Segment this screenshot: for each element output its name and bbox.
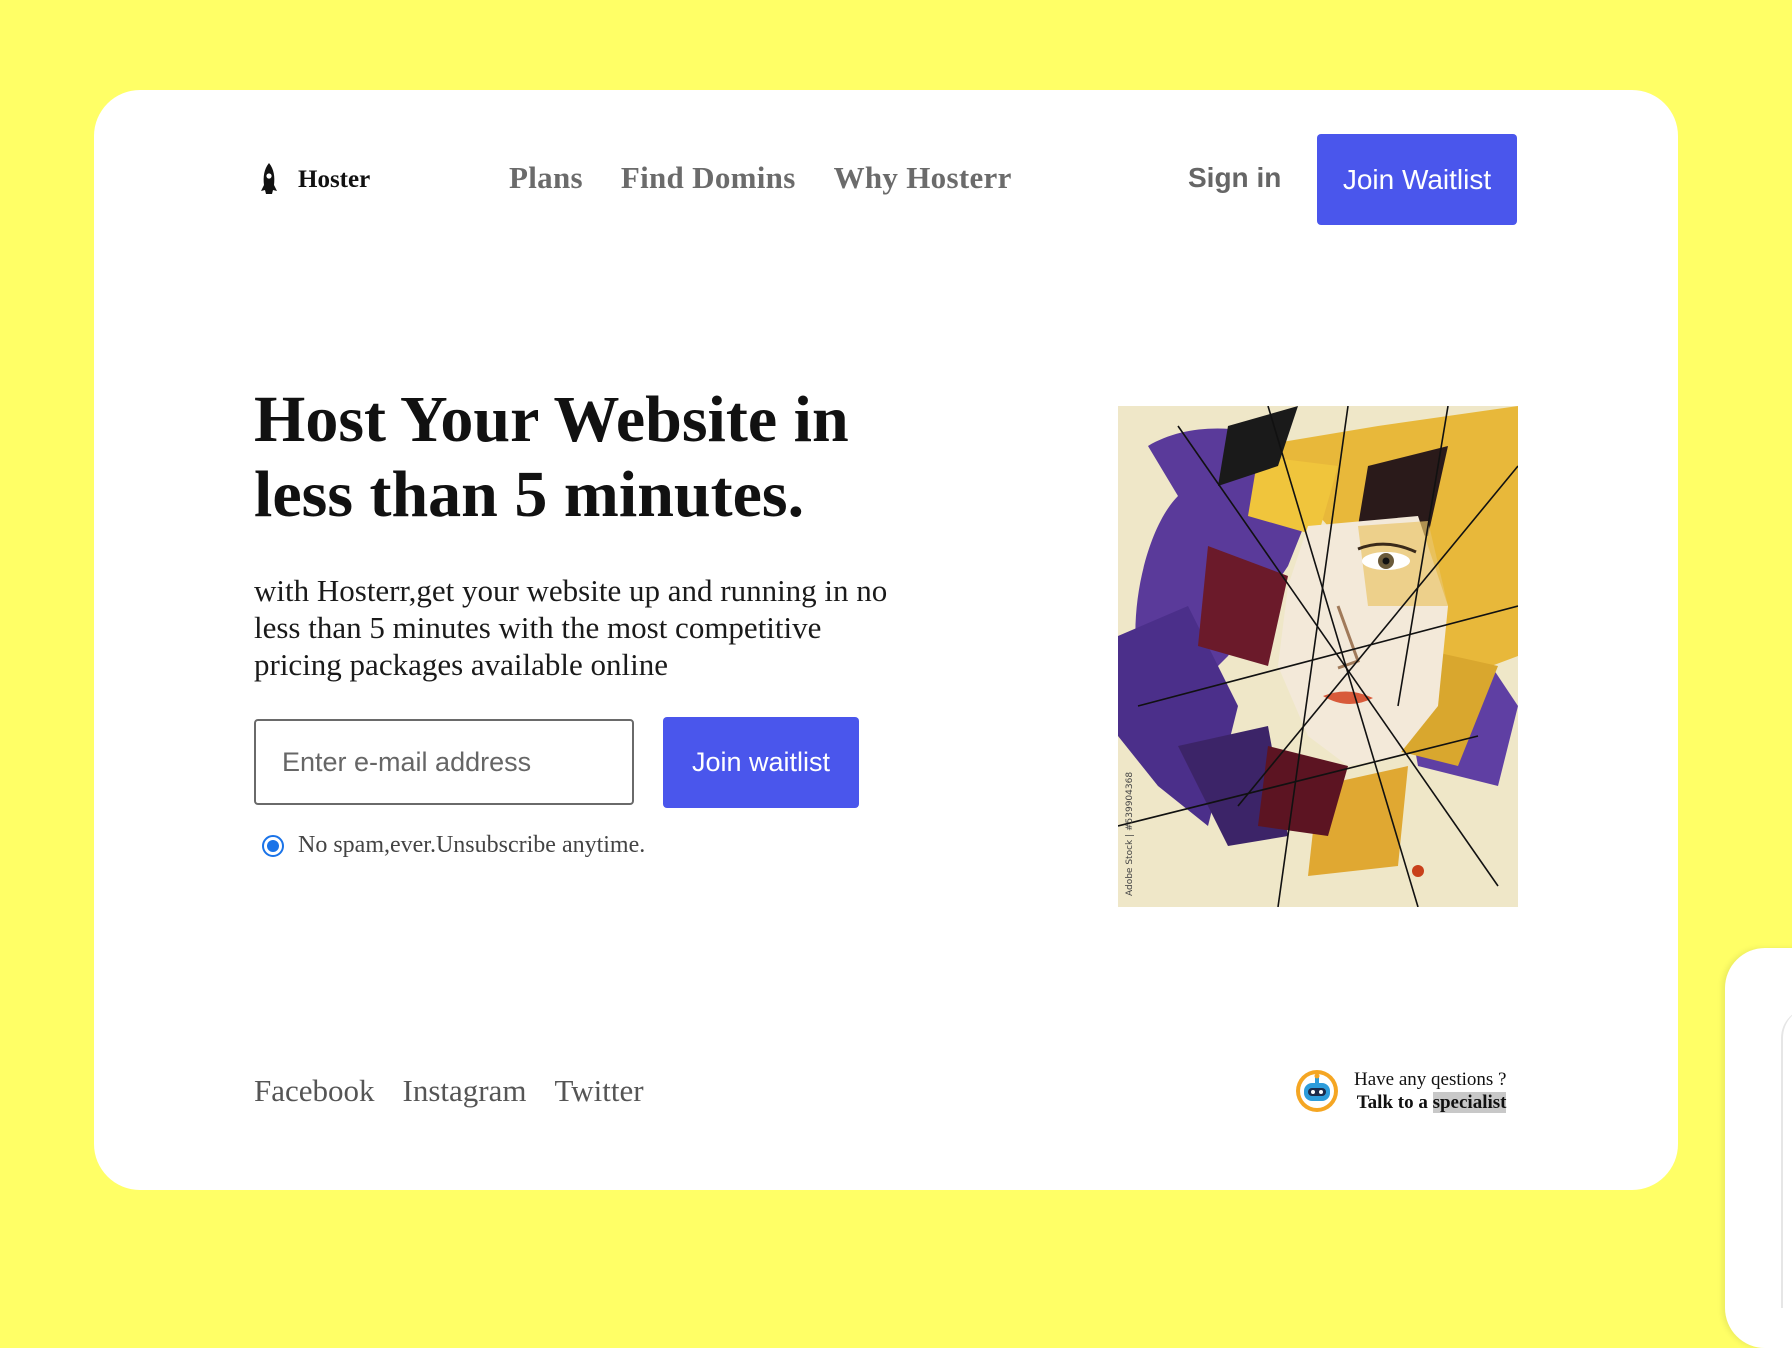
consent-label: No spam,ever.Unsubscribe anytime. xyxy=(298,832,646,858)
join-waitlist-hero-button[interactable]: Join waitlist xyxy=(663,717,859,808)
sign-in-link[interactable]: Sign in xyxy=(1188,162,1281,194)
main-nav: Plans Find Domins Why Hosterr xyxy=(509,160,1012,196)
nav-item-find-domains[interactable]: Find Domins xyxy=(621,160,796,196)
help-widget: Have any qestions ? Talk to a specialist xyxy=(1294,1068,1507,1114)
rocket-icon xyxy=(258,163,280,197)
brand-logo[interactable]: Hoster xyxy=(258,163,370,197)
hero-artwork: Adobe Stock | #539904368 xyxy=(1118,406,1518,907)
card-edge xyxy=(1781,1008,1792,1308)
nav-item-plans[interactable]: Plans xyxy=(509,160,583,196)
help-prefix: Talk to a xyxy=(1356,1092,1428,1113)
facebook-link[interactable]: Facebook xyxy=(254,1073,375,1109)
brand-name: Hoster xyxy=(298,166,371,193)
radio-dot xyxy=(267,839,279,852)
email-input[interactable] xyxy=(254,719,634,805)
consent-row: No spam,ever.Unsubscribe anytime. xyxy=(262,832,645,859)
cubist-portrait-image: Adobe Stock | #539904368 xyxy=(1118,406,1518,907)
consent-radio[interactable] xyxy=(262,834,284,857)
hero-title: Host Your Website in less than 5 minutes… xyxy=(254,383,849,531)
join-waitlist-button[interactable]: Join Waitlist xyxy=(1317,134,1517,225)
instagram-link[interactable]: Instagram xyxy=(403,1073,527,1109)
help-cta: Talk to a specialist xyxy=(1354,1091,1507,1114)
nav-item-why-hosterr[interactable]: Why Hosterr xyxy=(834,160,1012,196)
twitter-link[interactable]: Twitter xyxy=(555,1073,644,1109)
hero-subtitle: with Hosterr,get your website up and run… xyxy=(254,573,888,682)
support-bot-icon[interactable] xyxy=(1294,1068,1340,1114)
social-links: Facebook Instagram Twitter xyxy=(254,1073,644,1109)
help-question: Have any qestions ? xyxy=(1354,1069,1507,1090)
artwork-watermark: Adobe Stock | #539904368 xyxy=(1125,772,1135,896)
specialist-link[interactable]: specialist xyxy=(1432,1092,1507,1113)
background-card-peek xyxy=(1725,948,1792,1348)
help-text: Have any qestions ? Talk to a specialist xyxy=(1354,1068,1507,1114)
